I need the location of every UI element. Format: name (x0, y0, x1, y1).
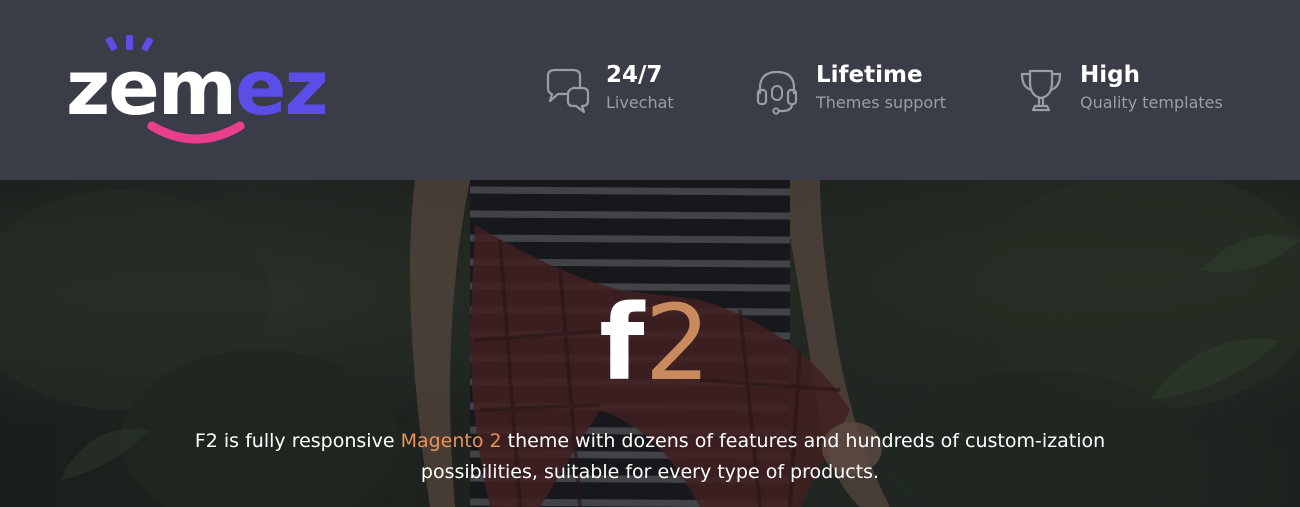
header-bar: zemez 24/7 Livechat Lifetime Themes supp… (0, 0, 1300, 180)
logo-wordmark: zemez (66, 50, 329, 126)
feature-subtitle: Livechat (606, 93, 674, 112)
feature-title: 24/7 (606, 62, 663, 88)
landing-page: zemez 24/7 Livechat Lifetime Themes supp… (0, 0, 1300, 507)
hero-tagline: F2 is fully responsive Magento 2 theme w… (150, 426, 1150, 488)
f2-brand-logo: f2 (590, 288, 720, 398)
feature-subtitle: Quality templates (1080, 93, 1223, 112)
tagline-text-start: F2 is fully responsive (194, 430, 401, 452)
chat-bubbles-icon (546, 68, 590, 114)
f2-letter: f (599, 282, 645, 404)
hero-banner: f2 F2 is fully responsive Magento 2 them… (0, 180, 1300, 507)
tagline-text-end: theme with dozens of features and hundre… (420, 430, 1106, 483)
f2-number: 2 (644, 282, 711, 404)
feature-subtitle: Themes support (816, 93, 947, 112)
logo-text-part1: zem (66, 43, 237, 132)
zemez-logo[interactable]: zemez (66, 30, 329, 150)
headset-icon (756, 70, 798, 115)
feature-title: Lifetime (816, 62, 923, 88)
feature-support: Lifetime Themes support (750, 60, 970, 120)
feature-livechat: 24/7 Livechat (540, 60, 720, 120)
logo-text-part2: ez (234, 43, 329, 132)
feature-title: High (1080, 62, 1140, 88)
magento-highlight-link[interactable]: Magento 2 (401, 430, 502, 452)
feature-quality: High Quality templates (1014, 60, 1244, 120)
trophy-icon (1020, 69, 1062, 112)
